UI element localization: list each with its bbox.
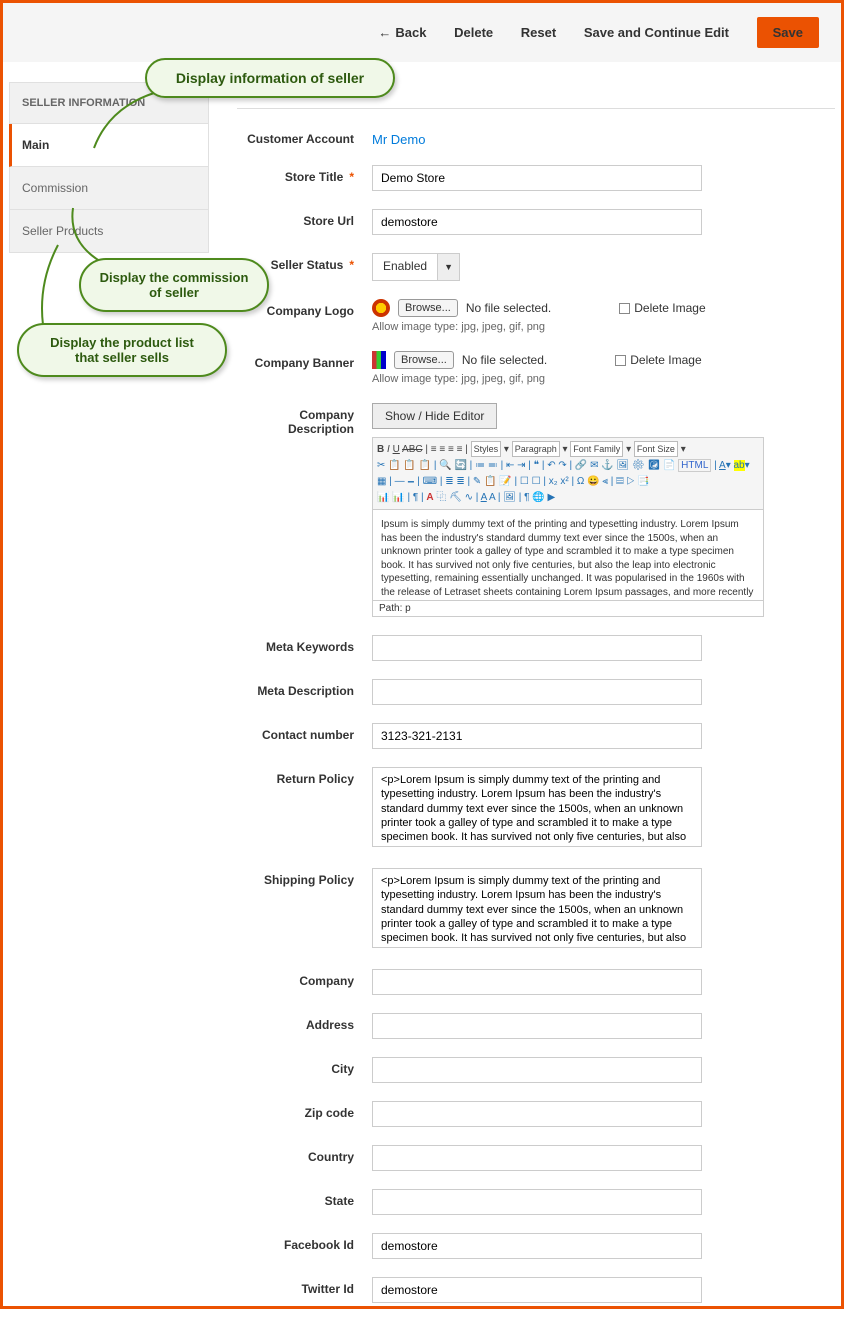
styles-dropdown[interactable]: Styles — [471, 441, 502, 457]
zip-input[interactable] — [372, 1101, 702, 1127]
company-input[interactable] — [372, 969, 702, 995]
label-twitter: Twitter Id — [237, 1277, 372, 1296]
label-store-url: Store Url — [237, 209, 372, 228]
meta-description-input[interactable] — [372, 679, 702, 705]
contact-number-input[interactable] — [372, 723, 702, 749]
label-city: City — [237, 1057, 372, 1076]
label-zip: Zip code — [237, 1101, 372, 1120]
label-state: State — [237, 1189, 372, 1208]
label-meta-description: Meta Description — [237, 679, 372, 698]
logo-delete-checkbox[interactable]: Delete Image — [619, 301, 705, 315]
label-company: Company — [237, 969, 372, 988]
country-input[interactable] — [372, 1145, 702, 1171]
sidebar-tab-seller-products[interactable]: Seller Products — [9, 210, 209, 253]
reset-button[interactable]: Reset — [521, 25, 556, 40]
banner-thumbnail-icon — [372, 351, 386, 369]
label-customer-account: Customer Account — [237, 127, 372, 146]
editor-path: Path: p — [373, 600, 763, 616]
label-address: Address — [237, 1013, 372, 1032]
callout-seller-info: Display information of seller — [145, 58, 395, 98]
store-title-input[interactable] — [372, 165, 702, 191]
seller-status-value: Enabled — [373, 254, 437, 280]
state-input[interactable] — [372, 1189, 702, 1215]
save-button[interactable]: Save — [757, 17, 819, 48]
seller-status-select[interactable]: Enabled ▼ — [372, 253, 460, 281]
label-company-banner: Company Banner — [237, 351, 372, 370]
logo-nofile-text: No file selected. — [466, 301, 551, 315]
label-return-policy: Return Policy — [237, 767, 372, 786]
paragraph-dropdown[interactable]: Paragraph — [512, 441, 560, 457]
label-shipping-policy: Shipping Policy — [237, 868, 372, 887]
back-arrow-icon: ← — [378, 25, 391, 40]
banner-hint: Allow image type: jpg, jpeg, gif, png — [372, 373, 835, 385]
logo-browse-button[interactable]: Browse... — [398, 299, 458, 317]
font-size-dropdown[interactable]: Font Size — [634, 441, 678, 457]
wysiwyg-editor[interactable]: B I U ABC | ≡ ≡ ≡ ≡ | Styles ▾ Paragraph… — [372, 437, 764, 617]
label-contact-number: Contact number — [237, 723, 372, 742]
label-store-title: Store Title — [237, 165, 372, 184]
shipping-policy-textarea[interactable] — [372, 868, 702, 948]
logo-thumbnail-icon — [372, 299, 390, 317]
banner-nofile-text: No file selected. — [462, 353, 547, 367]
meta-keywords-input[interactable] — [372, 635, 702, 661]
checkbox-icon — [615, 355, 626, 366]
font-family-dropdown[interactable]: Font Family — [570, 441, 623, 457]
delete-button[interactable]: Delete — [454, 25, 493, 40]
label-company-description: Company Description — [237, 403, 372, 436]
logo-hint: Allow image type: jpg, jpeg, gif, png — [372, 321, 835, 333]
checkbox-icon — [619, 303, 630, 314]
label-facebook: Facebook Id — [237, 1233, 372, 1252]
editor-toolbar[interactable]: B I U ABC | ≡ ≡ ≡ ≡ | Styles ▾ Paragraph… — [373, 438, 763, 510]
return-policy-textarea[interactable] — [372, 767, 702, 847]
back-button[interactable]: ←Back — [378, 25, 426, 40]
callout-product-list: Display the product list that seller sel… — [17, 323, 227, 377]
show-hide-editor-button[interactable]: Show / Hide Editor — [372, 403, 497, 429]
callout-commission: Display the commission of seller — [79, 258, 269, 312]
city-input[interactable] — [372, 1057, 702, 1083]
address-input[interactable] — [372, 1013, 702, 1039]
sidebar-tab-commission[interactable]: Commission — [9, 167, 209, 210]
chevron-down-icon: ▼ — [437, 254, 459, 280]
facebook-input[interactable] — [372, 1233, 702, 1259]
twitter-input[interactable] — [372, 1277, 702, 1303]
label-country: Country — [237, 1145, 372, 1164]
save-continue-button[interactable]: Save and Continue Edit — [584, 25, 729, 40]
customer-account-link[interactable]: Mr Demo — [372, 127, 425, 147]
store-url-input[interactable] — [372, 209, 702, 235]
top-action-bar: ←Back Delete Reset Save and Continue Edi… — [3, 3, 841, 62]
banner-delete-checkbox[interactable]: Delete Image — [615, 353, 701, 367]
label-meta-keywords: Meta Keywords — [237, 635, 372, 654]
banner-browse-button[interactable]: Browse... — [394, 351, 454, 369]
editor-content[interactable]: Ipsum is simply dummy text of the printi… — [373, 510, 763, 600]
sidebar-tab-main[interactable]: Main — [9, 124, 209, 167]
main-form: News Information Customer Account Mr Dem… — [209, 82, 835, 1321]
